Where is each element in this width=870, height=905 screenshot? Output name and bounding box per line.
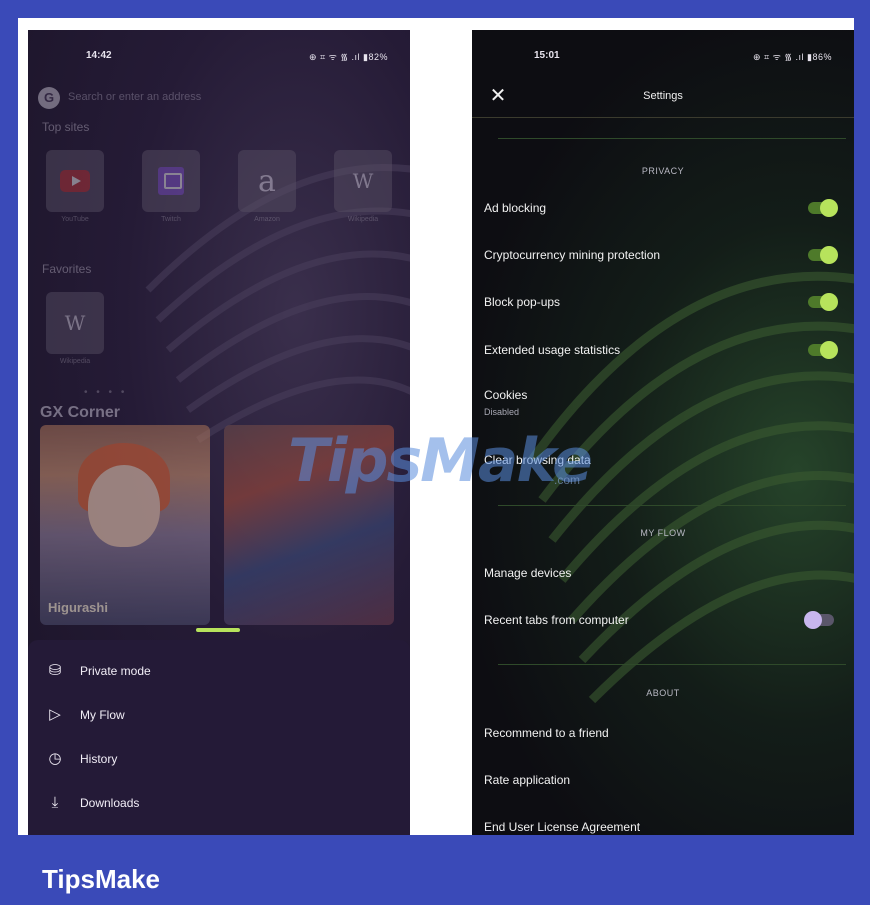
section-header-about: ABOUT [646,688,680,698]
menu-item-my-flow[interactable]: ▷ My Flow [28,700,410,730]
phone-settings-screen: 15:01 ⊕ ⌗ ᯤ ᯾ .ıl ▮86% ✕ Settings PRIVAC… [472,30,854,835]
menu-item-label: Private mode [80,664,151,678]
menu-item-label: Downloads [80,796,140,810]
favorite-caption: Wikipedia [59,358,91,365]
screenshot-frame: 14:42 ⊕ ⌗ ᯤ ᯾ .ıl ▮82% G Search or enter… [18,18,854,835]
youtube-icon [60,170,90,192]
card-caption: Higurashi [48,600,108,615]
top-site-caption: YouTube [61,216,89,223]
favorite-wikipedia[interactable]: W [46,292,104,354]
menu-item-downloads[interactable]: ⤓ Downloads [28,788,410,818]
setting-clear-browsing-data[interactable]: Clear browsing data [484,453,591,467]
search-placeholder: Search or enter an address [68,91,202,103]
top-site-twitch[interactable] [142,150,200,212]
gx-card-anime-2[interactable] [224,425,394,625]
top-site-caption: Amazon [254,216,280,223]
background-swirl [528,271,854,704]
status-time: 14:42 [86,50,112,61]
setting-recent-tabs[interactable]: Recent tabs from computer [484,613,629,627]
setting-eula[interactable]: End User License Agreement [484,820,640,834]
watermark-suffix: .com [554,473,581,487]
setting-recommend-friend[interactable]: Recommend to a friend [484,726,609,740]
menu-item-label: History [80,752,118,766]
gx-corner-title: GX Corner [40,404,121,421]
settings-top-bar: ✕ Settings [472,80,854,118]
menu-item-private-mode[interactable]: ⛁ Private mode [28,656,410,686]
send-icon: ▷ [49,706,61,723]
setting-block-popups[interactable]: Block pop-ups [484,295,560,309]
setting-manage-devices[interactable]: Manage devices [484,566,571,580]
status-icons: ⊕ ⌗ ᯤ ᯾ .ıl ▮86% [753,52,832,62]
setting-crypto-mining[interactable]: Cryptocurrency mining protection [484,248,660,262]
toggle-knob [820,246,838,264]
setting-ad-blocking[interactable]: Ad blocking [484,201,546,215]
usage-statistics-toggle[interactable] [808,341,838,359]
main-menu-sheet: ⛁ Private mode ▷ My Flow ◷ History ⤓ Dow… [28,640,410,835]
setting-cookies[interactable]: Cookies [484,388,527,402]
cookies-status: Disabled [484,407,520,417]
divider [498,138,846,139]
section-header-my-flow: MY FLOW [640,528,686,538]
toggle-knob [820,341,838,359]
top-site-caption: Wikipedia [347,216,379,223]
download-icon: ⤓ [51,794,59,811]
top-site-wikipedia[interactable]: W [334,150,392,212]
recent-tabs-toggle[interactable] [804,611,834,629]
menu-item-history[interactable]: ◷ History [28,744,410,774]
status-icons: ⊕ ⌗ ᯤ ᯾ .ıl ▮82% [309,52,388,62]
crypto-mining-toggle[interactable] [808,246,838,264]
top-site-youtube[interactable] [46,150,104,212]
status-bar: 14:42 ⊕ ⌗ ᯤ ᯾ .ıl ▮82% [28,50,410,68]
search-bar[interactable]: G Search or enter an address [36,86,402,110]
page-title: Settings [643,90,683,102]
twitch-icon [158,167,184,195]
toggle-knob [804,611,822,629]
toggle-knob [820,293,838,311]
gx-card-anime-1[interactable]: Higurashi [40,425,210,625]
ad-blocking-toggle[interactable] [808,199,838,217]
block-popups-toggle[interactable] [808,293,838,311]
anime-face [88,465,160,547]
top-site-caption: Twitch [161,216,181,223]
footer-brand: TipsMake [42,864,161,894]
page-dots: • • • • [84,387,128,398]
setting-rate-application[interactable]: Rate application [484,773,570,787]
toggle-knob [820,199,838,217]
divider [498,505,846,506]
private-mode-icon: ⛁ [48,662,62,679]
status-time: 15:01 [534,50,560,61]
google-icon: G [38,87,60,109]
menu-item-label: My Flow [80,708,125,722]
status-bar: 15:01 ⊕ ⌗ ᯤ ᯾ .ıl ▮86% [472,50,854,68]
sheet-drag-handle[interactable] [196,628,240,632]
favorites-label: Favorites [42,262,92,276]
wikipedia-icon: W [352,169,374,193]
wikipedia-icon: W [64,311,86,335]
phone-home-screen: 14:42 ⊕ ⌗ ᯤ ᯾ .ıl ▮82% G Search or enter… [28,30,410,835]
section-header-privacy: PRIVACY [641,166,685,176]
clock-icon: ◷ [48,750,62,767]
top-sites-label: Top sites [42,120,90,134]
amazon-icon: a [258,163,276,199]
divider [498,664,846,665]
setting-usage-statistics[interactable]: Extended usage statistics [484,343,620,357]
top-site-amazon[interactable]: a [238,150,296,212]
